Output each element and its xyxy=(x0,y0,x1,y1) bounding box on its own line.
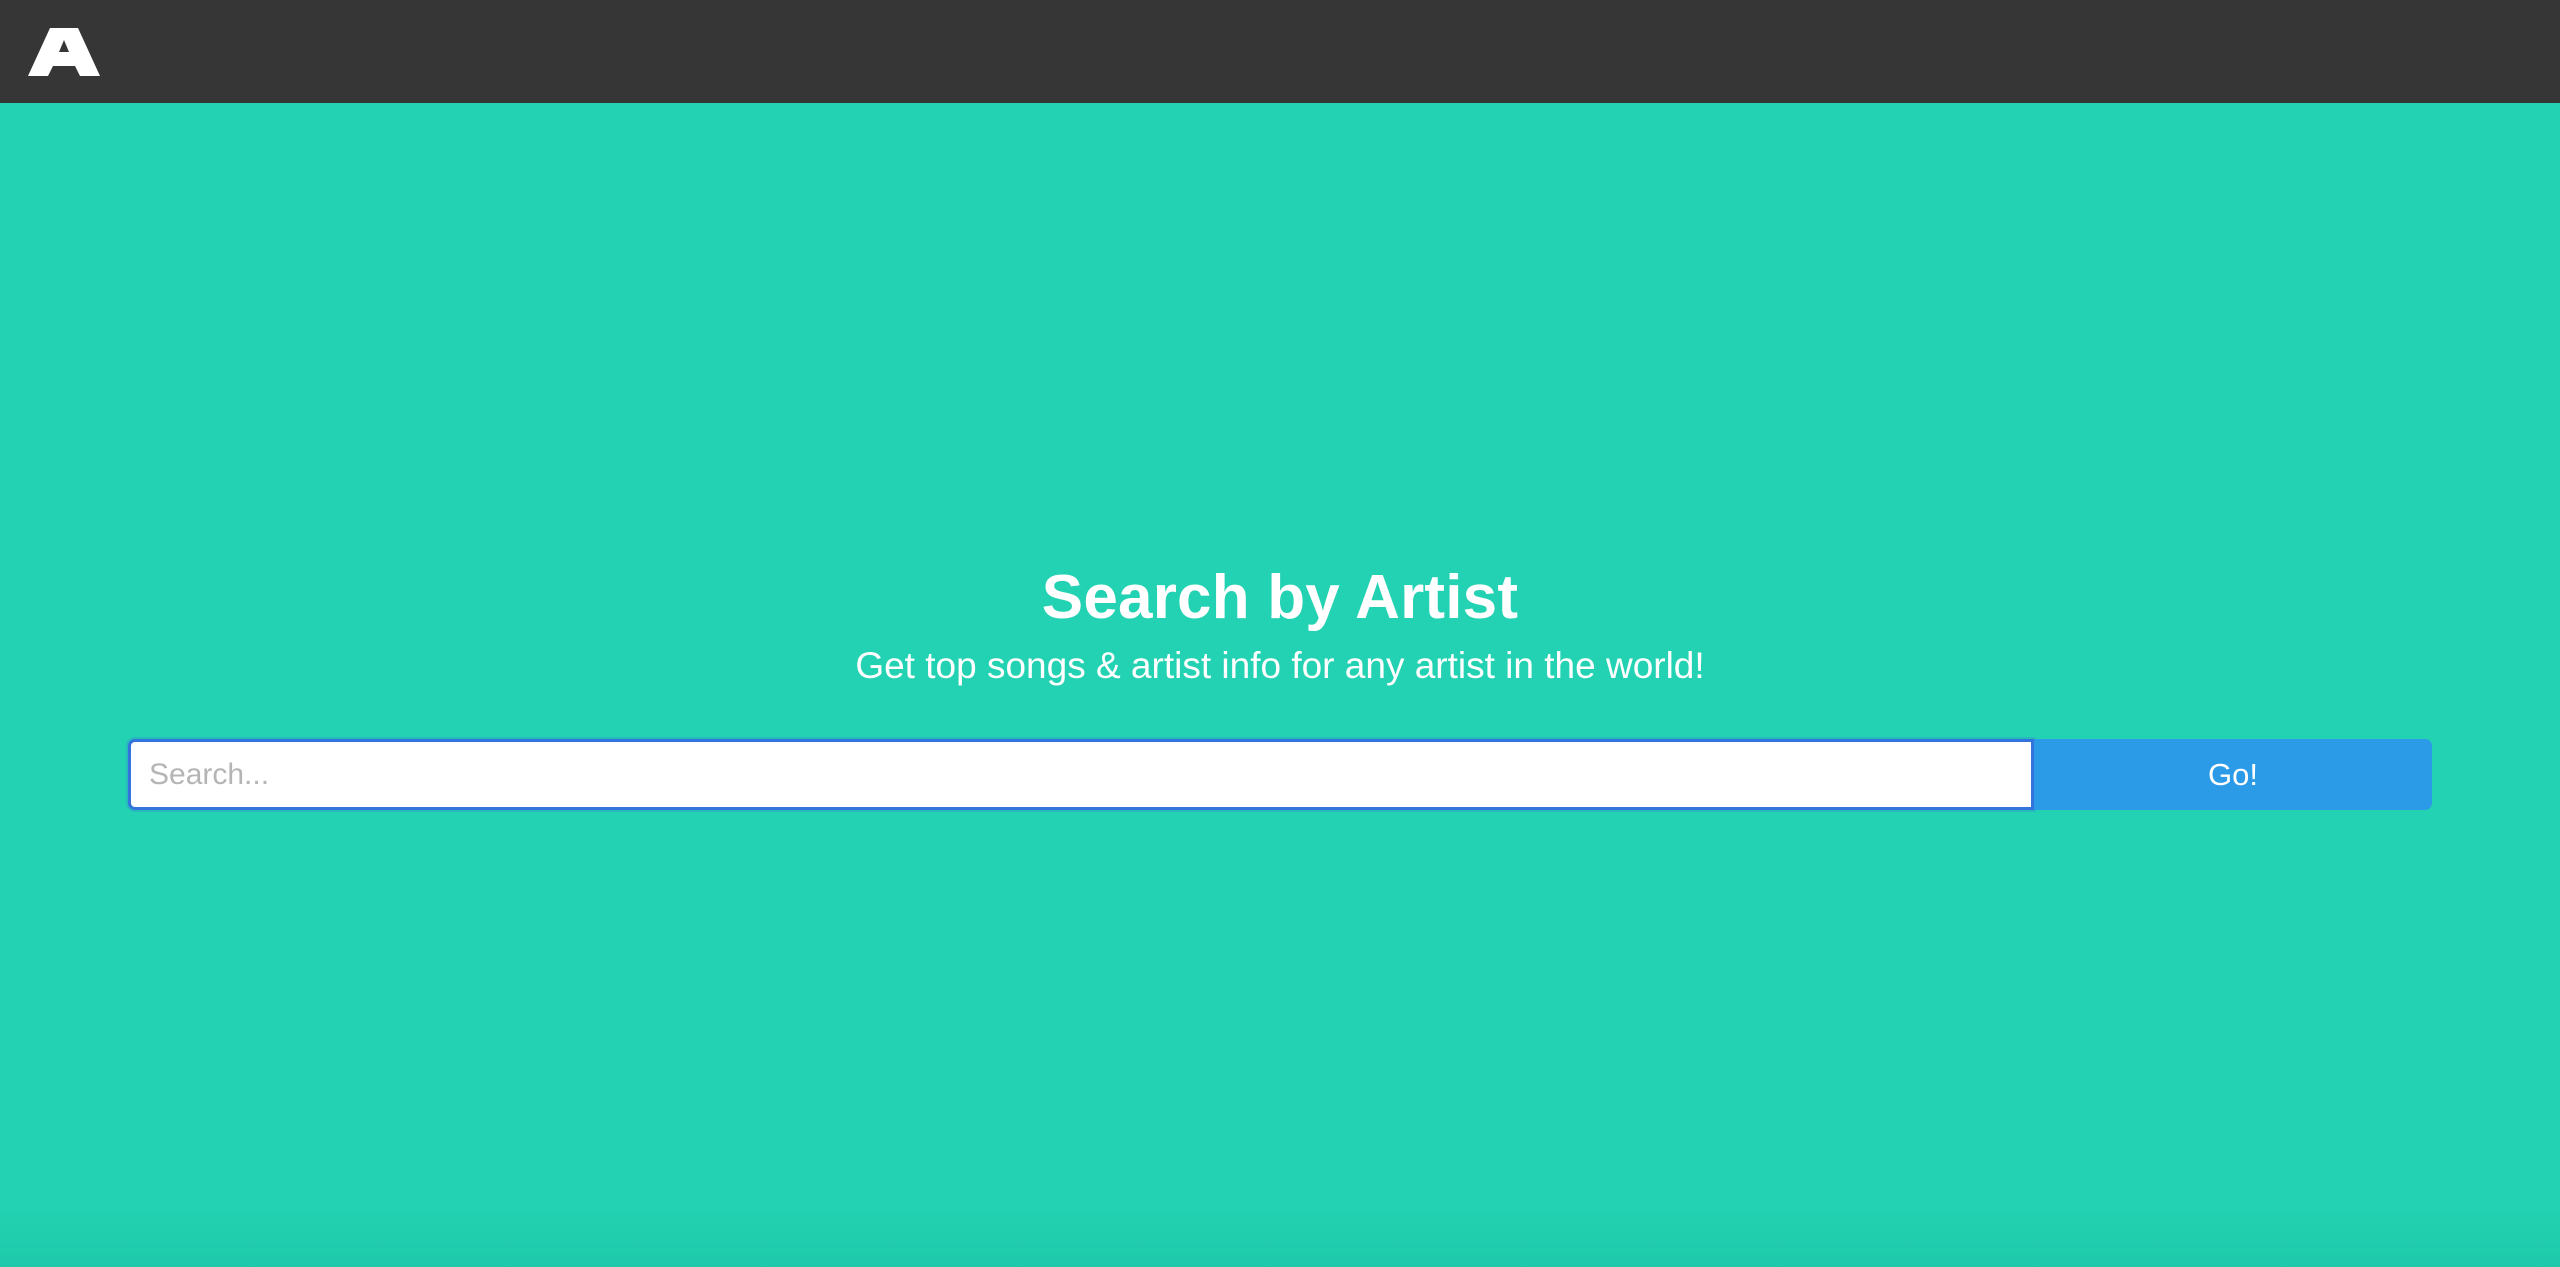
search-form: Go! xyxy=(128,739,2432,810)
page-subtitle: Get top songs & artist info for any arti… xyxy=(855,645,1705,686)
search-input[interactable] xyxy=(128,739,2034,810)
go-button[interactable]: Go! xyxy=(2034,739,2432,810)
logo-icon[interactable] xyxy=(28,28,100,76)
logo-a-icon xyxy=(28,28,100,76)
page-title: Search by Artist xyxy=(1041,563,1519,632)
top-navbar xyxy=(0,0,2560,103)
